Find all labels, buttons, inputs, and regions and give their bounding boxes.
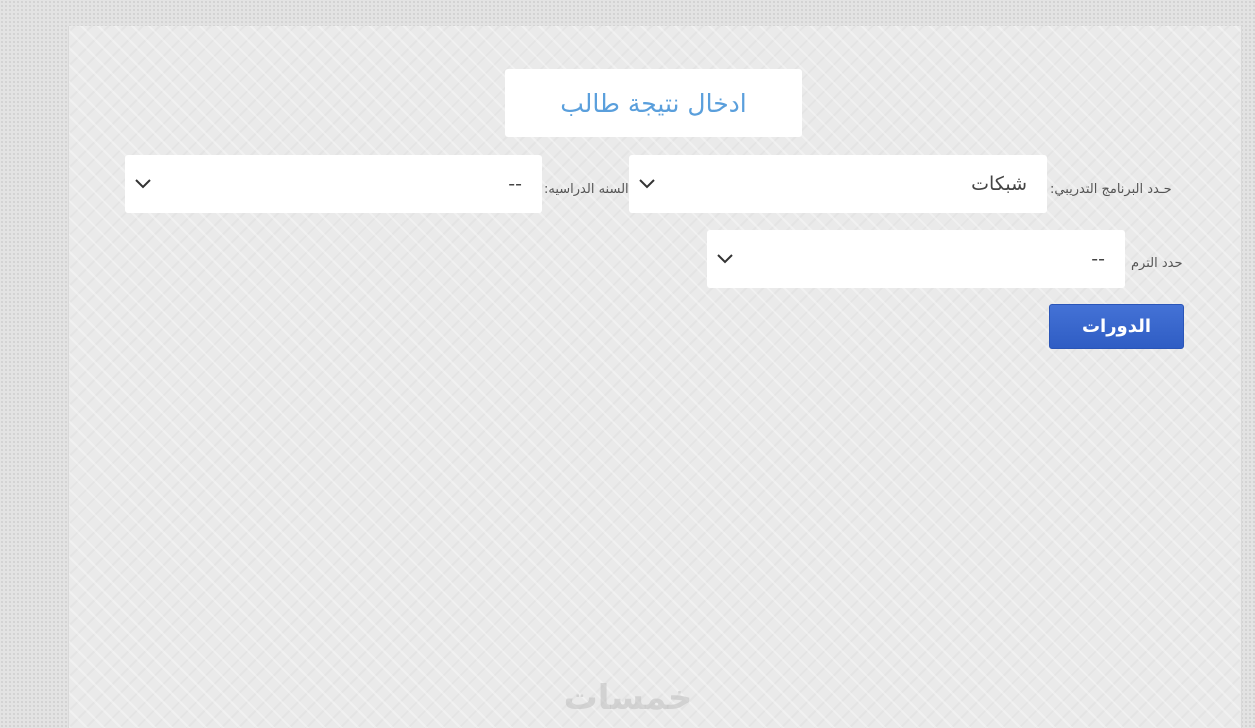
term-select-value: -- <box>1091 248 1105 270</box>
term-select[interactable]: -- <box>707 230 1125 288</box>
chevron-down-icon <box>135 179 151 189</box>
chevron-down-icon <box>639 179 655 189</box>
term-label: حدد الترم <box>1131 256 1183 271</box>
courses-button[interactable]: الدورات <box>1049 304 1184 349</box>
program-label: حـدد البرنامج التدريبي: <box>1050 182 1172 197</box>
watermark-logo: خمسات <box>563 678 693 718</box>
program-select[interactable]: شبكات <box>629 155 1047 213</box>
page-title-box: ادخال نتيجة طالب <box>505 69 802 137</box>
program-select-value: شبكات <box>971 173 1027 195</box>
chevron-down-icon <box>717 254 733 264</box>
year-label: السنه الدراسيه: <box>544 182 629 197</box>
year-select-value: -- <box>508 173 522 195</box>
year-select[interactable]: -- <box>125 155 542 213</box>
page-title: ادخال نتيجة طالب <box>560 88 747 118</box>
